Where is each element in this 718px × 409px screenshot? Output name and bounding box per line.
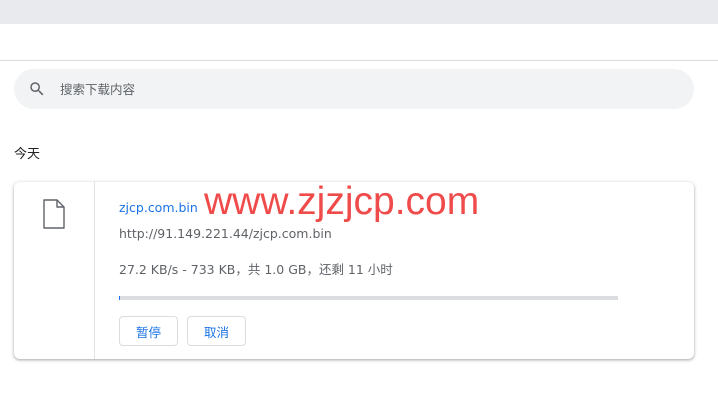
file-name-link[interactable]: zjcp.com.bin (119, 200, 198, 216)
date-heading: 今天 (14, 147, 41, 162)
search-box[interactable] (14, 69, 694, 109)
progress-bar (119, 296, 618, 300)
browser-tab-strip (0, 0, 718, 24)
pause-button[interactable]: 暂停 (119, 316, 178, 346)
file-url: http://91.149.221.44/zjcp.com.bin (119, 226, 332, 241)
file-icon (43, 199, 65, 229)
search-input[interactable] (60, 69, 660, 109)
watermark-text: www.zjzjcp.com (204, 180, 480, 223)
download-status: 27.2 KB/s - 733 KB，共 1.0 GB，还剩 11 小时 (119, 262, 393, 277)
search-icon[interactable] (28, 80, 46, 98)
cancel-button[interactable]: 取消 (187, 316, 246, 346)
downloads-header (0, 24, 718, 61)
file-icon-column (14, 182, 95, 359)
